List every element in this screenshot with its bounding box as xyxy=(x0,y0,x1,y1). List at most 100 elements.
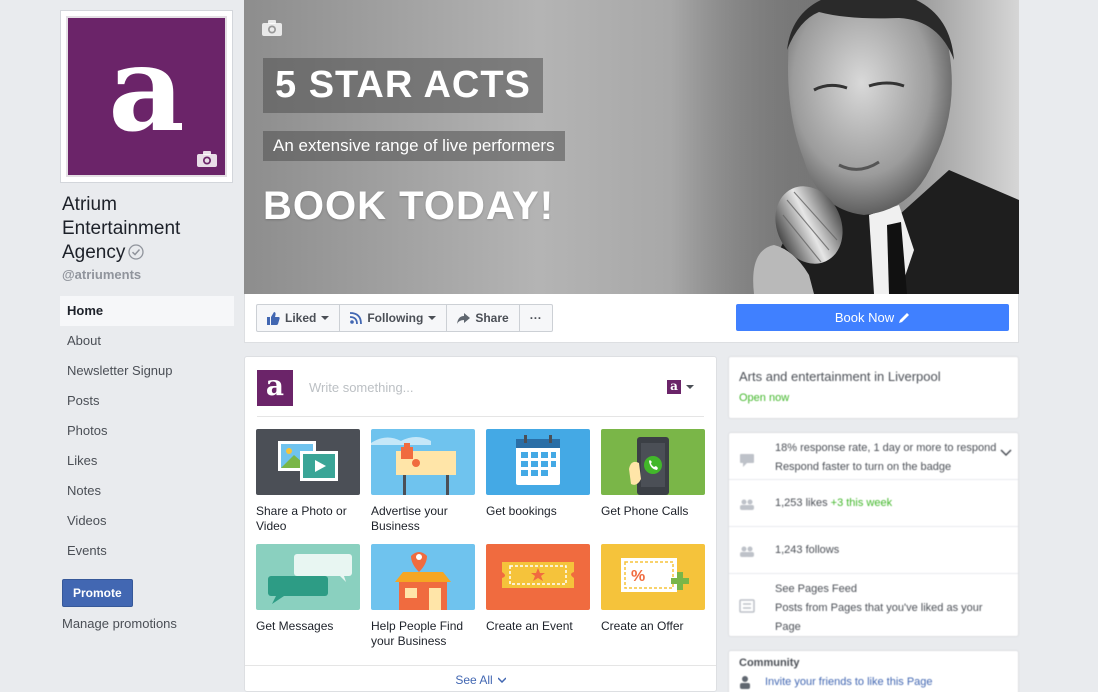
book-now-button[interactable]: Book Now xyxy=(736,304,1009,331)
tile-label: Get Phone Calls xyxy=(601,504,689,518)
page-category[interactable]: Arts and entertainment in Liverpool xyxy=(729,357,1018,384)
page-handle: @atriuments xyxy=(62,267,142,282)
nav-item-photos[interactable]: Photos xyxy=(60,416,235,446)
left-column: a Atrium Entertainment Agency @atriument… xyxy=(60,10,235,631)
share-icon xyxy=(457,312,471,324)
likes-icon xyxy=(740,499,754,510)
nav-item-likes[interactable]: Likes xyxy=(60,446,235,476)
page-nav: Home About Newsletter Signup Posts Photo… xyxy=(60,296,235,566)
pencil-icon xyxy=(899,313,910,323)
tile-get-messages[interactable]: Get Messages xyxy=(256,544,360,634)
nav-item-newsletter-signup[interactable]: Newsletter Signup xyxy=(60,356,235,386)
tile-label: Create an Offer xyxy=(601,619,684,633)
composer-avatar: a xyxy=(257,370,293,406)
avatar: a xyxy=(66,16,227,177)
invite-friends-link[interactable]: Invite your friends to like this Page xyxy=(765,676,933,688)
follows-icon xyxy=(740,546,754,557)
likes-count: 1,253 likes xyxy=(775,496,828,509)
page-action-bar: Liked Following Share ··· Book Now xyxy=(244,294,1019,343)
liked-button[interactable]: Liked xyxy=(257,305,341,331)
svg-text:%: % xyxy=(631,568,645,585)
tile-label: Get Messages xyxy=(256,619,334,633)
avatar-letter: a xyxy=(108,18,185,158)
see-all-link[interactable]: See All xyxy=(245,665,716,692)
liked-label: Liked xyxy=(285,311,317,325)
likes-delta: +3 this week xyxy=(830,496,893,509)
phone-icon xyxy=(601,429,705,495)
cover-photo[interactable]: 5 STAR ACTS An extensive range of live p… xyxy=(244,0,1019,294)
cover-tagline: An extensive range of live performers xyxy=(263,131,565,161)
more-icon: ··· xyxy=(529,311,542,325)
open-status: Open now xyxy=(739,392,790,404)
share-label: Share xyxy=(475,311,509,325)
calendar-icon xyxy=(486,429,590,495)
tile-label: Advertise your Business xyxy=(371,504,448,533)
response-hint: Respond faster to turn on the badge xyxy=(775,461,952,473)
nav-item-notes[interactable]: Notes xyxy=(60,476,235,506)
message-icon xyxy=(740,454,754,467)
rss-icon xyxy=(350,312,363,324)
chevron-down-icon[interactable] xyxy=(1000,449,1012,457)
pages-feed-link[interactable]: See Pages Feed xyxy=(775,580,1000,599)
more-options-button[interactable]: ··· xyxy=(520,305,552,331)
tile-create-event[interactable]: Create an Event xyxy=(486,544,590,634)
about-card: Arts and entertainment in Liverpool Open… xyxy=(728,356,1019,419)
tile-share-photo-video[interactable]: Share a Photo or Video xyxy=(256,429,360,534)
profile-picture[interactable]: a xyxy=(60,10,233,183)
tile-get-phone-calls[interactable]: Get Phone Calls xyxy=(601,429,705,519)
post-composer: a Write something... a Share a Photo or … xyxy=(244,356,717,692)
post-as-avatar: a xyxy=(667,380,681,394)
tile-advertise-business[interactable]: Advertise your Business xyxy=(371,429,475,534)
offer-icon: % xyxy=(601,544,705,610)
invite-friends-icon xyxy=(740,676,750,689)
chat-bubbles-icon xyxy=(256,544,360,610)
thumbs-up-icon xyxy=(267,311,280,325)
photo-video-icon xyxy=(256,429,360,495)
follows-count: 1,243 follows xyxy=(775,543,840,556)
tile-get-bookings[interactable]: Get bookings xyxy=(486,429,590,519)
post-as-switcher[interactable]: a xyxy=(667,380,694,394)
community-card: Community Invite your friends to like th… xyxy=(728,650,1019,692)
cover-cta: BOOK TODAY! xyxy=(263,184,555,228)
nav-item-home[interactable]: Home xyxy=(60,296,235,326)
nav-item-events[interactable]: Events xyxy=(60,536,235,566)
nav-item-videos[interactable]: Videos xyxy=(60,506,235,536)
billboard-icon xyxy=(371,429,475,495)
chevron-down-icon xyxy=(497,676,506,683)
share-button[interactable]: Share xyxy=(447,305,520,331)
action-button-group: Liked Following Share ··· xyxy=(256,304,553,332)
see-all-label: See All xyxy=(455,672,493,687)
chevron-down-icon xyxy=(686,385,694,389)
tile-label: Create an Event xyxy=(486,619,573,633)
response-rate: 18% response rate, 1 day or more to resp… xyxy=(775,442,997,454)
ticket-icon xyxy=(486,544,590,610)
community-heading: Community xyxy=(739,657,800,669)
page-name-line: Agency xyxy=(62,242,126,263)
insights-card: 18% response rate, 1 day or more to resp… xyxy=(728,432,1019,637)
page-name-line: Entertainment xyxy=(62,218,181,239)
tile-label: Help People Find your Business xyxy=(371,619,464,648)
promote-button[interactable]: Promote xyxy=(62,579,133,607)
page-name-line: Atrium xyxy=(62,194,117,215)
verified-icon xyxy=(128,244,145,260)
storefront-icon xyxy=(371,544,475,610)
pages-feed-desc: Posts from Pages that you've liked as yo… xyxy=(775,602,983,633)
camera-icon[interactable] xyxy=(197,151,217,167)
tile-help-people-find[interactable]: Help People Find your Business xyxy=(371,544,475,649)
cover-headline: 5 STAR ACTS xyxy=(263,58,543,113)
nav-item-about[interactable]: About xyxy=(60,326,235,356)
following-label: Following xyxy=(367,311,424,325)
following-button[interactable]: Following xyxy=(340,305,448,331)
nav-item-posts[interactable]: Posts xyxy=(60,386,235,416)
tile-label: Share a Photo or Video xyxy=(256,504,347,533)
chevron-down-icon xyxy=(321,316,330,320)
divider xyxy=(257,416,704,417)
manage-promotions-link[interactable]: Manage promotions xyxy=(60,616,235,631)
singer-photo xyxy=(699,0,1019,294)
tile-create-offer[interactable]: % Create an Offer xyxy=(601,544,705,634)
tile-label: Get bookings xyxy=(486,504,557,518)
chevron-down-icon xyxy=(428,316,437,320)
camera-icon[interactable] xyxy=(262,20,282,36)
composer-input[interactable]: Write something... xyxy=(309,380,414,395)
page-name: Atrium Entertainment Agency xyxy=(60,193,235,265)
